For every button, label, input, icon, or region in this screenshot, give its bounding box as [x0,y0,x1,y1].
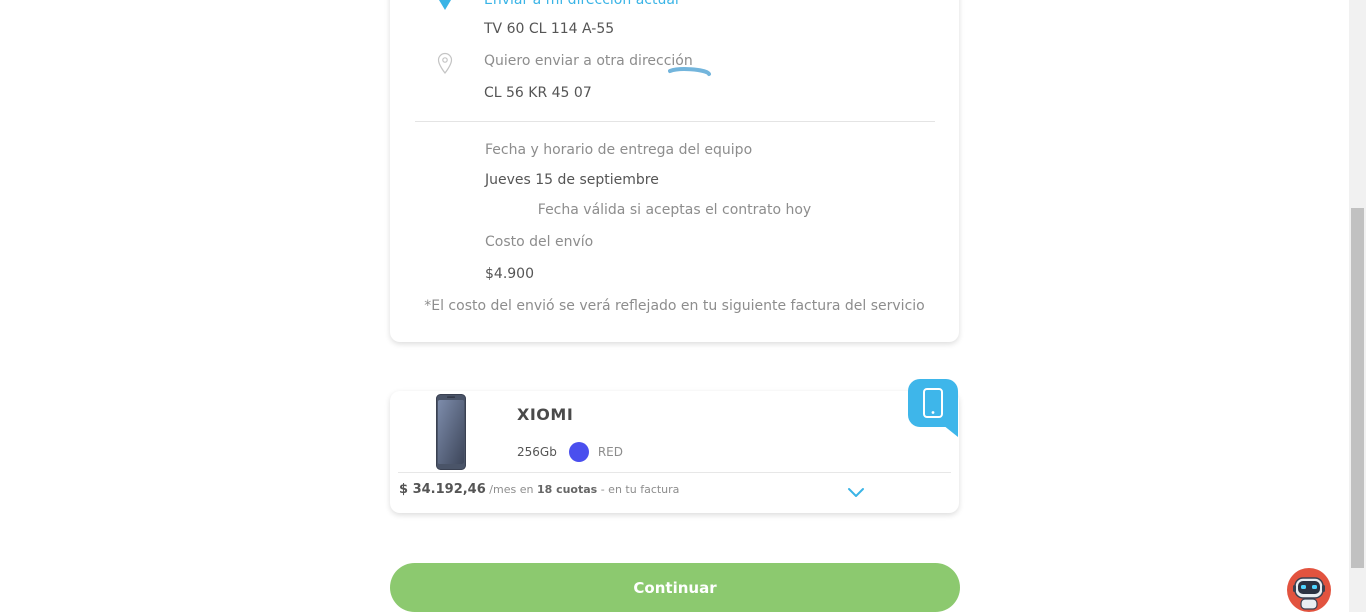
price-prefix: /mes en [489,483,534,496]
current-address-value: TV 60 CL 114 A-55 [484,21,615,37]
installments-count: 18 cuotas [536,483,598,496]
delivery-date-value: Jueves 15 de septiembre [485,172,659,188]
location-pin-icon[interactable] [437,52,453,74]
product-specs: 256Gb RED [517,442,623,462]
shipping-cost-note: *El costo del envió se verá reflejado en… [424,298,925,314]
product-color-name: RED [597,445,623,459]
delivery-date-label: Fecha y horario de entrega del equipo [485,142,753,158]
divider [398,472,951,473]
chatbot-button[interactable] [1287,568,1331,612]
robot-icon [1293,577,1325,610]
location-pin-filled-icon [439,0,451,10]
other-address-value: CL 56 KR 45 07 [484,85,592,101]
scrollbar-thumb[interactable] [1351,208,1364,568]
phone-image [436,394,466,470]
color-swatch [568,442,589,462]
chevron-down-icon[interactable] [847,487,865,498]
divider [415,121,935,122]
other-address-option[interactable]: Quiero enviar a otra dirección [484,53,693,69]
price-row: $ 34.192,46 /mes en 18 cuotas - en tu fa… [399,482,679,497]
continue-button[interactable]: Continuar [390,563,960,612]
badge-tail [938,421,958,437]
product-storage: 256Gb [517,445,557,459]
shipping-cost-label: Costo del envío [485,234,594,250]
device-type-badge [908,379,958,427]
current-address-option[interactable]: Enviar a mi dirección actual [484,0,679,8]
price-suffix: - en tu factura [600,483,680,496]
smartphone-icon [923,388,943,418]
monthly-price: $ 34.192,46 [399,482,486,497]
pen-scribble-mark [668,67,711,76]
product-card: XIOMI 256Gb RED $ 34.192,46 /mes en 18 c… [390,379,959,513]
delivery-card: Enviar a mi dirección actual TV 60 CL 11… [390,0,959,342]
product-name: XIOMI [517,405,574,424]
shipping-cost-value: $4.900 [485,266,534,282]
delivery-date-note: Fecha válida si aceptas el contrato hoy [537,202,812,218]
